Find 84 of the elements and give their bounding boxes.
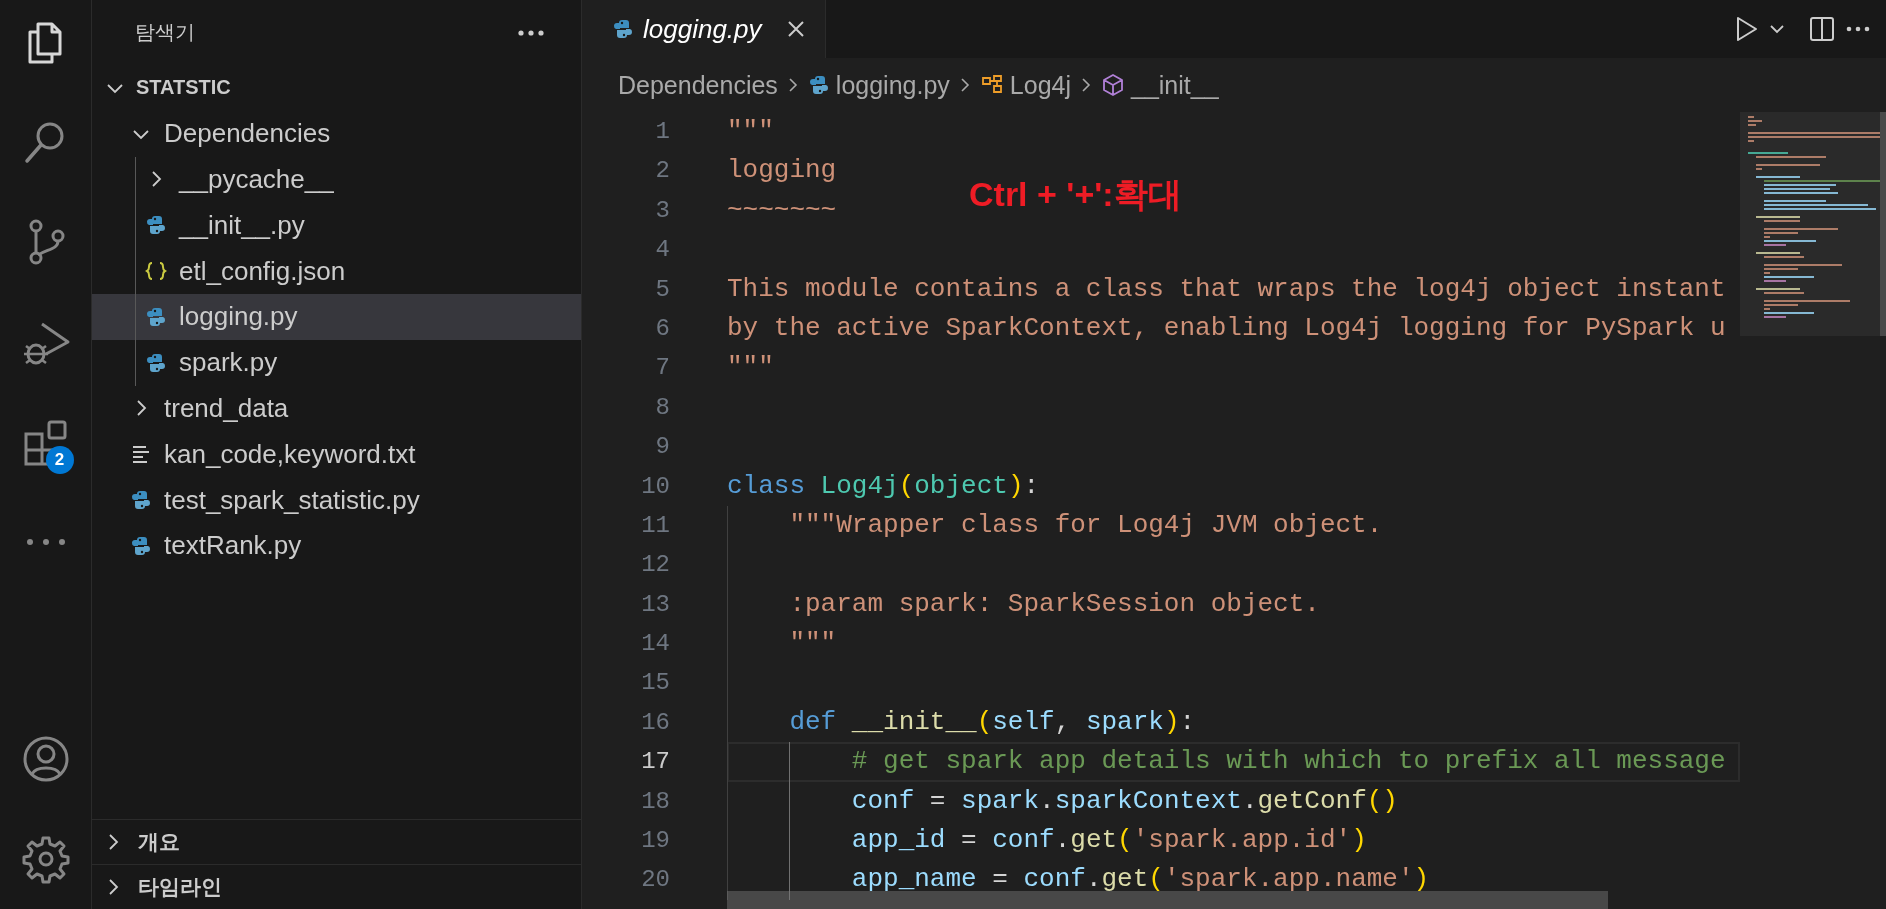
line-number: 20 bbox=[640, 865, 670, 896]
line-number: 11 bbox=[640, 510, 670, 541]
code-line: This module contains a class that wraps the log4j object instant bbox=[727, 273, 1726, 304]
file-item[interactable]: kan_code,keyword.txt bbox=[92, 431, 581, 478]
account-icon[interactable] bbox=[21, 735, 70, 783]
folder-item[interactable]: Dependencies bbox=[92, 110, 581, 157]
file-item[interactable]: textRank.py bbox=[92, 522, 581, 569]
file-name: textRank.py bbox=[164, 530, 302, 562]
editor-tab[interactable]: logging.py bbox=[582, 0, 826, 58]
file-name: __pycache__ bbox=[179, 164, 334, 195]
code-line: """Wrapper class for Log4j JVM object. bbox=[788, 509, 1383, 540]
breadcrumb-item[interactable]: Log4j bbox=[979, 70, 1071, 100]
code-line: # get spark app details with which to prefix all message bbox=[850, 746, 1726, 777]
sidebar-title: 탐색기 bbox=[135, 20, 195, 45]
file-name: logging.py bbox=[179, 301, 298, 333]
line-number: 16 bbox=[640, 707, 670, 738]
breadcrumb-item[interactable]: __init__ bbox=[1101, 70, 1219, 100]
line-number: 8 bbox=[654, 392, 670, 423]
code-line: def __init__(self, spark): bbox=[788, 706, 1196, 737]
line-number: 6 bbox=[654, 313, 670, 344]
annotation-text: Ctrl + '+':확대 bbox=[969, 174, 1182, 215]
gear-icon[interactable] bbox=[21, 835, 70, 883]
code-line: app_id = conf.get('spark.app.id') bbox=[850, 825, 1367, 856]
file-name: test_spark_statistic.py bbox=[164, 484, 420, 516]
folder-item[interactable]: __pycache__ bbox=[92, 156, 581, 203]
file-name: spark.py bbox=[179, 347, 278, 379]
file-name: etl_config.json bbox=[179, 255, 346, 287]
file-name: trend_data bbox=[164, 392, 289, 424]
code-line: ~~~~~~~ bbox=[727, 194, 837, 225]
python-icon bbox=[145, 305, 167, 328]
breadcrumb-item[interactable]: Dependencies bbox=[618, 70, 778, 100]
cube-icon bbox=[1101, 73, 1125, 97]
line-number: 1 bbox=[654, 117, 670, 147]
line-number: 18 bbox=[640, 786, 670, 817]
split-editor-icon[interactable] bbox=[1808, 15, 1836, 43]
code-line: conf = spark.sparkContext.getConf() bbox=[850, 785, 1398, 816]
line-number: 17 bbox=[640, 747, 670, 778]
panel-header[interactable]: 타임라인 bbox=[92, 864, 581, 909]
panel-header[interactable]: 개요 bbox=[92, 819, 581, 864]
line-number: 3 bbox=[654, 195, 670, 226]
code-line: """ bbox=[727, 352, 774, 383]
python-icon bbox=[130, 534, 152, 557]
file-item[interactable]: logging.py bbox=[92, 294, 581, 340]
breadcrumb-item[interactable]: logging.py bbox=[807, 70, 950, 100]
code-line: """ bbox=[727, 116, 774, 146]
file-name: kan_code,keyword.txt bbox=[164, 438, 416, 470]
file-item[interactable]: spark.py bbox=[92, 339, 581, 386]
python-icon bbox=[130, 489, 152, 512]
panel-title: 타임라인 bbox=[138, 874, 222, 900]
python-icon bbox=[807, 74, 830, 96]
line-number: 5 bbox=[654, 274, 670, 305]
file-name: Dependencies bbox=[164, 118, 331, 150]
horizontal-scrollbar[interactable] bbox=[727, 891, 1608, 909]
folder-item[interactable]: trend_data bbox=[92, 385, 581, 432]
line-number: 12 bbox=[640, 550, 670, 581]
workspace-name: STATSTIC bbox=[136, 76, 231, 100]
line-number: 19 bbox=[640, 826, 670, 857]
file-item[interactable]: test_spark_statistic.py bbox=[92, 477, 581, 523]
workspace-header[interactable]: STATSTIC bbox=[92, 65, 581, 111]
line-number: 15 bbox=[640, 668, 670, 699]
line-number: 13 bbox=[640, 589, 670, 620]
text-lines-icon bbox=[130, 443, 152, 466]
line-number: 7 bbox=[654, 353, 670, 384]
line-number: 9 bbox=[654, 432, 670, 463]
braces-icon bbox=[145, 260, 167, 283]
panel-title: 개요 bbox=[138, 829, 180, 855]
line-number: 10 bbox=[640, 471, 670, 502]
code-line: app_name = conf.get('spark.app.name') bbox=[850, 864, 1430, 895]
python-icon bbox=[612, 18, 634, 40]
code-line: by the active SparkContext, enabling Log4j logging for PySpark u bbox=[727, 312, 1726, 343]
code-line: """ bbox=[788, 628, 837, 659]
count-badge: 2 bbox=[45, 446, 74, 474]
file-item[interactable]: __init__.py bbox=[92, 202, 581, 249]
line-number: 14 bbox=[640, 629, 670, 660]
code-line: class Log4j(object): bbox=[727, 470, 1040, 501]
line-number: 4 bbox=[654, 235, 670, 266]
file-name: __init__.py bbox=[179, 209, 305, 241]
file-item[interactable]: etl_config.json bbox=[92, 248, 581, 294]
code-line: :param spark: SparkSession object. bbox=[788, 588, 1320, 619]
python-icon bbox=[145, 351, 167, 374]
code-line: logging bbox=[727, 155, 837, 186]
more-icon[interactable] bbox=[517, 28, 545, 37]
python-icon bbox=[145, 214, 167, 237]
line-number: 2 bbox=[654, 156, 670, 187]
